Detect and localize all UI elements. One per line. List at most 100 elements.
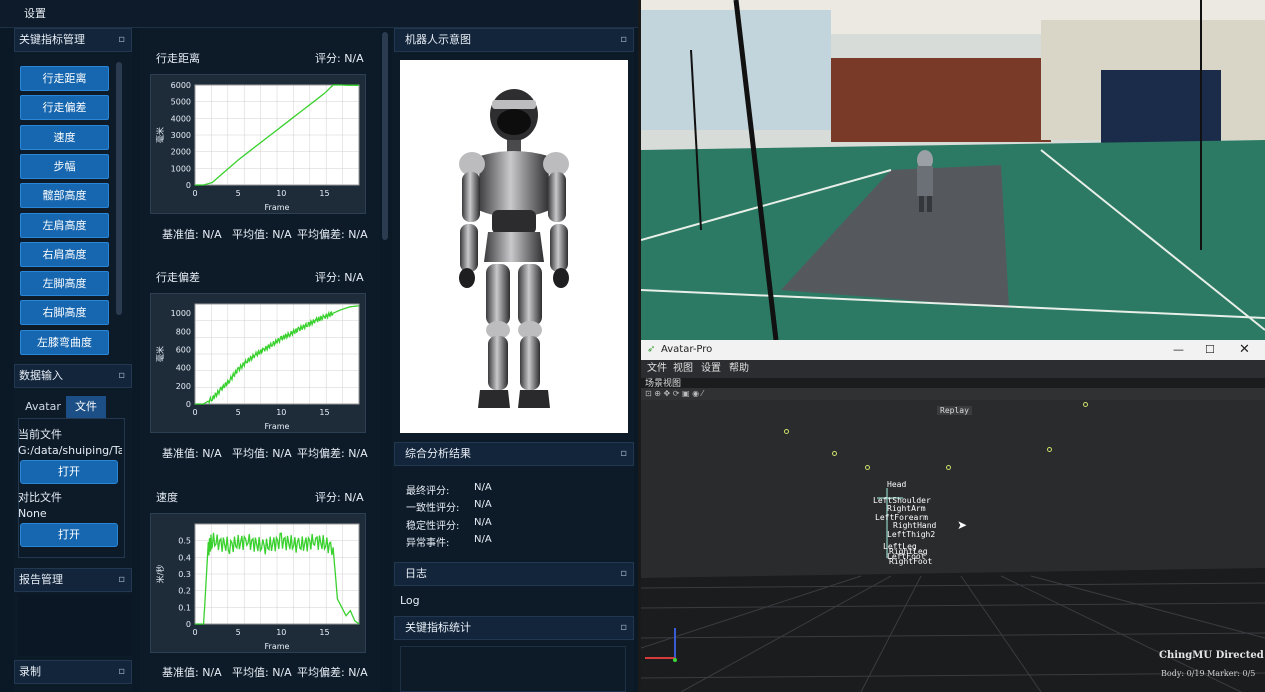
- x-tick-label: 10: [276, 628, 286, 637]
- x-tick-label: 15: [319, 628, 329, 637]
- chart2: 1000 800 600 400 200 0 0 5 10 15 Frame 毫米: [150, 293, 366, 433]
- menu-file[interactable]: 文件: [647, 360, 667, 378]
- chart1-title: 行走距离: [156, 52, 200, 65]
- marker-point: [1083, 402, 1088, 407]
- stats-header[interactable]: 关键指标统计 ▫: [394, 616, 634, 640]
- x-tick-label: 10: [276, 189, 286, 198]
- consistency-label: 一致性评分:: [406, 503, 460, 514]
- chart1-svg: 6000 5000 4000 3000 2000 1000 00 5 10 15 Frame 毫米: [155, 81, 360, 212]
- open-button[interactable]: 打开: [20, 460, 118, 484]
- chart2-baseline: 基准值: N/A: [162, 447, 222, 460]
- log-header[interactable]: 日志 ▫: [394, 562, 634, 586]
- joint-label: LeftThigh2: [887, 530, 936, 539]
- maximize-icon[interactable]: ☐: [1205, 340, 1215, 360]
- chart1-deviation: 平均偏差: N/A: [297, 228, 368, 241]
- x-axis-label: Frame: [265, 642, 290, 651]
- settings-menu[interactable]: 设置: [0, 0, 638, 28]
- dock-icon[interactable]: ▫: [118, 365, 125, 387]
- right-panels: 机器人示意图 ▫ 综合分析结果 ▫ 最终评分: N/A 一致性评分: N/A 稳…: [392, 28, 634, 692]
- stats-title: 关键指标统计: [405, 621, 471, 634]
- data-input-header[interactable]: 数据输入 ▫: [14, 364, 132, 388]
- menu-help[interactable]: 帮助: [729, 360, 749, 378]
- metric-button[interactable]: 行走偏差: [20, 95, 109, 121]
- marker-point: [865, 465, 870, 470]
- charts-scrollbar[interactable]: [382, 32, 388, 240]
- analysis-title: 综合分析结果: [405, 447, 471, 460]
- settings-label[interactable]: 设置: [24, 7, 46, 20]
- dock-icon[interactable]: ▫: [118, 569, 125, 591]
- close-icon[interactable]: ✕: [1239, 340, 1250, 360]
- y-tick-label: 0: [186, 400, 191, 409]
- report-title: 报告管理: [19, 573, 63, 586]
- ground-grid: [641, 488, 1265, 692]
- chart3-score: 评分: N/A: [315, 491, 364, 504]
- chart3-mean: 平均值: N/A: [232, 666, 292, 679]
- log-title: 日志: [405, 567, 427, 580]
- metric-button[interactable]: 右肩高度: [20, 241, 109, 267]
- y-axis-label: 毫米: [155, 346, 165, 362]
- brand-label: ChingMU Directed: [1159, 650, 1264, 661]
- key-metrics-header[interactable]: 关键指标管理 ▫: [14, 28, 132, 52]
- tab-avatar[interactable]: Avatar: [20, 396, 66, 418]
- minimize-icon[interactable]: —: [1173, 340, 1184, 360]
- joint-label: RightArm: [887, 504, 926, 513]
- x-tick-label: 0: [192, 408, 197, 417]
- y-tick-label: 0: [186, 181, 191, 190]
- stats-area: [400, 646, 626, 692]
- analysis-header[interactable]: 综合分析结果 ▫: [394, 442, 634, 466]
- metrics-scrollbar[interactable]: [116, 62, 122, 315]
- menu-view[interactable]: 视图: [673, 360, 693, 378]
- y-tick-label: 1000: [171, 164, 191, 173]
- anomaly-row: 异常事件: N/A: [406, 534, 492, 549]
- y-tick-label: 5000: [171, 98, 191, 107]
- joint-label: RightHand: [893, 521, 937, 530]
- x-axis-label: Frame: [265, 203, 290, 212]
- stability-row: 稳定性评分: N/A: [406, 517, 492, 532]
- left-sidebar: 关键指标管理 ▫ 行走距离行走偏差速度步幅髋部高度左肩高度右肩高度左脚高度右脚高度…: [14, 28, 132, 692]
- robot-header[interactable]: 机器人示意图 ▫: [394, 28, 634, 52]
- marker-point: [784, 429, 789, 434]
- x-axis-label: Frame: [265, 422, 290, 431]
- dock-icon[interactable]: ▫: [620, 443, 627, 465]
- joint-label: RightFoot: [889, 557, 933, 566]
- dock-icon[interactable]: ▫: [620, 29, 627, 51]
- metric-button[interactable]: 行走距离: [20, 66, 109, 91]
- metric-button[interactable]: 右脚高度: [20, 300, 109, 326]
- chart2-score: 评分: N/A: [315, 271, 364, 284]
- report-header[interactable]: 报告管理 ▫: [14, 568, 132, 592]
- metric-button[interactable]: 髋部高度: [20, 183, 109, 209]
- chart3-deviation: 平均偏差: N/A: [297, 666, 368, 679]
- dock-icon[interactable]: ▫: [620, 563, 627, 585]
- metric-button[interactable]: 速度: [20, 124, 109, 150]
- final-score-row: 最终评分: N/A: [406, 482, 492, 497]
- y-tick-label: 0.4: [178, 553, 191, 562]
- status-counts: Body: 0/19 Marker: 0/5: [1161, 669, 1256, 678]
- open-compare-button[interactable]: 打开: [20, 523, 118, 547]
- x-tick-label: 15: [319, 189, 329, 198]
- chart1: 6000 5000 4000 3000 2000 1000 0 0 5 10 15 Frame 毫米: [150, 74, 366, 214]
- x-tick-label: 5: [236, 189, 241, 198]
- dock-icon[interactable]: ▫: [620, 617, 627, 639]
- y-tick-label: 0.3: [178, 570, 191, 579]
- metric-button[interactable]: 左膝弯曲度: [20, 329, 109, 355]
- tab-file[interactable]: 文件: [66, 396, 106, 418]
- chart2-deviation: 平均偏差: N/A: [297, 447, 368, 460]
- metric-button[interactable]: 左肩高度: [20, 212, 109, 238]
- scene-viewport[interactable]: ⊡ ⊕ ✥ ⟳ ▣ ◉ ⁄ Replay Head LeftShoulder R…: [641, 388, 1265, 692]
- window-titlebar: ➶ Avatar-Pro — ☐ ✕: [641, 340, 1265, 360]
- dock-icon[interactable]: ▫: [118, 661, 125, 683]
- compare-file-label: 对比文件: [18, 491, 62, 504]
- dock-icon[interactable]: ▫: [118, 29, 125, 51]
- chart1-mean: 平均值: N/A: [232, 228, 292, 241]
- metric-button[interactable]: 步幅: [20, 153, 109, 179]
- record-header[interactable]: 录制 ▫: [14, 660, 132, 684]
- y-tick-label: 600: [176, 345, 191, 354]
- marker-point: [832, 451, 837, 456]
- charts-panel: 行走距离 评分: N/A 6000 5000 4000 3000 2000 1000 0 0 5…: [140, 28, 380, 692]
- key-metrics-title: 关键指标管理: [19, 33, 85, 46]
- marker-point: [946, 465, 951, 470]
- stability-label: 稳定性评分:: [406, 521, 460, 532]
- metric-button[interactable]: 左脚高度: [20, 271, 109, 297]
- chart3: 0.5 0.4 0.3 0.2 0.1 0 0 5 10 15 Frame 米/秒: [150, 513, 366, 653]
- menu-settings[interactable]: 设置: [701, 360, 721, 378]
